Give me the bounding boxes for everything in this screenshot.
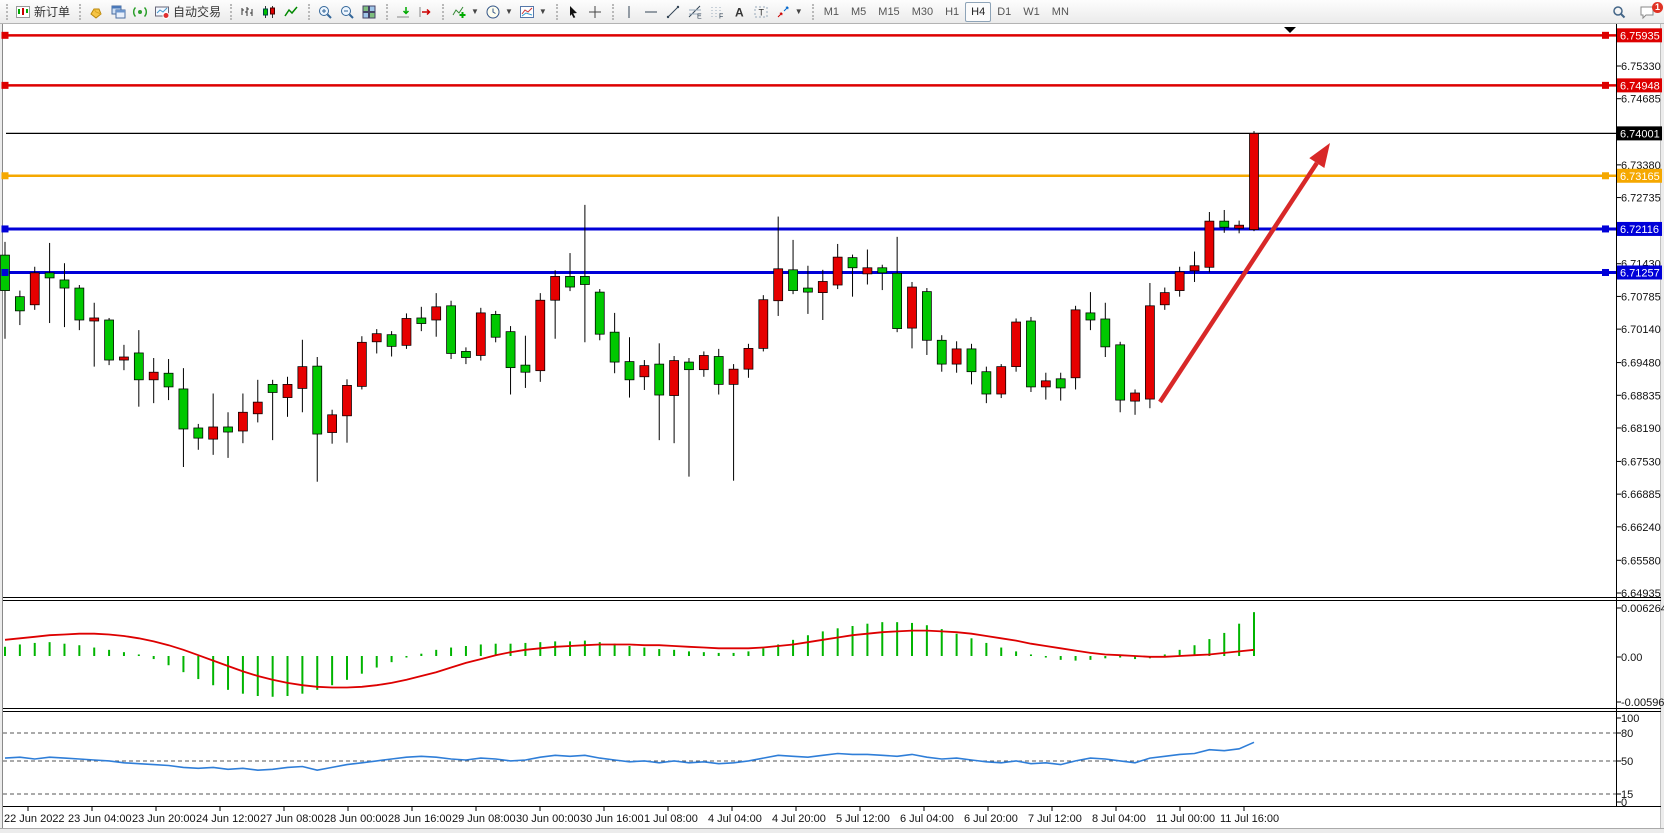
cycle-lines-tool-icon: F bbox=[709, 4, 725, 20]
candlestick-mode-button[interactable] bbox=[258, 2, 280, 22]
fibonacci-tool-button[interactable]: E bbox=[684, 2, 706, 22]
market-watch-icon bbox=[88, 4, 104, 20]
cursor-tool-button[interactable] bbox=[562, 2, 584, 22]
trendline-tool-button[interactable] bbox=[662, 2, 684, 22]
chevron-down-icon: ▼ bbox=[505, 7, 513, 16]
text-tool-button[interactable]: A bbox=[728, 2, 750, 22]
line-chart-mode-button[interactable] bbox=[280, 2, 302, 22]
tile-windows-icon bbox=[361, 4, 377, 20]
periods-button[interactable]: ▼ bbox=[482, 2, 516, 22]
crosshair-tool-icon bbox=[587, 4, 603, 20]
toolbar: 新订单 自动交易 ▼ ▼ ▼ E F A T ▼ M1M5M15M30H1H4D1W1MN 1 bbox=[0, 0, 1664, 24]
toolbar-grip bbox=[75, 4, 81, 20]
toolbar-grip bbox=[608, 4, 614, 20]
tile-windows-button[interactable] bbox=[358, 2, 380, 22]
window-cascade-button[interactable] bbox=[107, 2, 129, 22]
new-order-icon bbox=[15, 4, 31, 20]
svg-text:A: A bbox=[735, 5, 744, 19]
zoom-out-button[interactable] bbox=[336, 2, 358, 22]
templates-button[interactable]: ▼ bbox=[516, 2, 550, 22]
search-icon bbox=[1611, 4, 1627, 20]
toolbar-grip bbox=[438, 4, 444, 20]
auto-scroll-icon bbox=[395, 4, 411, 20]
toolbar-grip bbox=[808, 4, 814, 20]
toolbar-grip bbox=[2, 4, 8, 20]
timeframe-m15-button[interactable]: M15 bbox=[872, 2, 905, 22]
notifications-button[interactable]: 1 bbox=[1636, 2, 1658, 22]
zoom-in-button[interactable] bbox=[314, 2, 336, 22]
bar-chart-mode-button[interactable] bbox=[236, 2, 258, 22]
toolbar-grip bbox=[304, 4, 310, 20]
signals-icon bbox=[132, 4, 148, 20]
templates-icon bbox=[519, 4, 535, 20]
candlestick-mode-icon bbox=[261, 4, 277, 20]
timeframe-mn-button[interactable]: MN bbox=[1046, 2, 1075, 22]
crosshair-tool-button[interactable] bbox=[584, 2, 606, 22]
auto-scroll-button[interactable] bbox=[392, 2, 414, 22]
timeframe-m5-button[interactable]: M5 bbox=[845, 2, 872, 22]
trendline-tool-icon bbox=[665, 4, 681, 20]
zoom-out-icon bbox=[339, 4, 355, 20]
arrows-tool-icon bbox=[775, 4, 791, 20]
timeframe-m1-button[interactable]: M1 bbox=[818, 2, 845, 22]
notification-badge: 1 bbox=[1652, 2, 1663, 13]
chevron-down-icon: ▼ bbox=[471, 7, 479, 16]
label-tool-button[interactable]: T bbox=[750, 2, 772, 22]
toolbar-grip bbox=[382, 4, 388, 20]
autotrading-button-label: 自动交易 bbox=[173, 3, 221, 20]
cycle-lines-tool-button[interactable]: F bbox=[706, 2, 728, 22]
periods-icon bbox=[485, 4, 501, 20]
toolbar-grip bbox=[552, 4, 558, 20]
indicators-button[interactable]: ▼ bbox=[448, 2, 482, 22]
timeframe-h4-button[interactable]: H4 bbox=[965, 2, 991, 22]
timeframe-h1-button[interactable]: H1 bbox=[939, 2, 965, 22]
rsi-indicator-label: RSI(14) 70.0307 bbox=[8, 735, 89, 747]
cursor-tool-icon bbox=[565, 4, 581, 20]
macd-indicator-label: MACD(12,26,9) 0.005708 0.000783 bbox=[8, 624, 182, 636]
chart-ohlc-header: USDCNH,H4 6.72103 6.74046 6.72073 6.7400… bbox=[10, 50, 270, 64]
vertical-line-tool-icon bbox=[621, 4, 637, 20]
text-tool-icon: A bbox=[731, 4, 747, 20]
indicators-icon bbox=[451, 4, 467, 20]
autotrading-icon bbox=[154, 4, 170, 20]
svg-text:F: F bbox=[719, 13, 723, 20]
window-cascade-icon bbox=[110, 4, 126, 20]
search-button[interactable] bbox=[1608, 2, 1630, 22]
arrows-tool-button[interactable]: ▼ bbox=[772, 2, 806, 22]
chart-area[interactable]: USDCNH,H4 6.72103 6.74046 6.72073 6.7400… bbox=[0, 23, 1664, 833]
toolbar-grip bbox=[226, 4, 232, 20]
timeframe-w1-button[interactable]: W1 bbox=[1017, 2, 1046, 22]
bar-chart-mode-icon bbox=[239, 4, 255, 20]
fibonacci-tool-icon: E bbox=[687, 4, 703, 20]
signals-button[interactable] bbox=[129, 2, 151, 22]
chart-shift-icon bbox=[417, 4, 433, 20]
svg-text:E: E bbox=[697, 13, 702, 20]
zoom-in-icon bbox=[317, 4, 333, 20]
chevron-down-icon: ▼ bbox=[795, 7, 803, 16]
horizontal-line-tool-icon bbox=[643, 4, 659, 20]
label-tool-icon: T bbox=[753, 4, 769, 20]
market-watch-button[interactable] bbox=[85, 2, 107, 22]
new-order-button[interactable]: 新订单 bbox=[12, 2, 73, 22]
timeframe-m30-button[interactable]: M30 bbox=[906, 2, 939, 22]
line-chart-mode-icon bbox=[283, 4, 299, 20]
chart-shift-button[interactable] bbox=[414, 2, 436, 22]
chevron-down-icon: ▼ bbox=[539, 7, 547, 16]
new-order-button-label: 新订单 bbox=[34, 3, 70, 20]
timeframe-d1-button[interactable]: D1 bbox=[991, 2, 1017, 22]
horizontal-line-tool-button[interactable] bbox=[640, 2, 662, 22]
vertical-line-tool-button[interactable] bbox=[618, 2, 640, 22]
svg-text:T: T bbox=[758, 7, 764, 17]
autotrading-button[interactable]: 自动交易 bbox=[151, 2, 224, 22]
